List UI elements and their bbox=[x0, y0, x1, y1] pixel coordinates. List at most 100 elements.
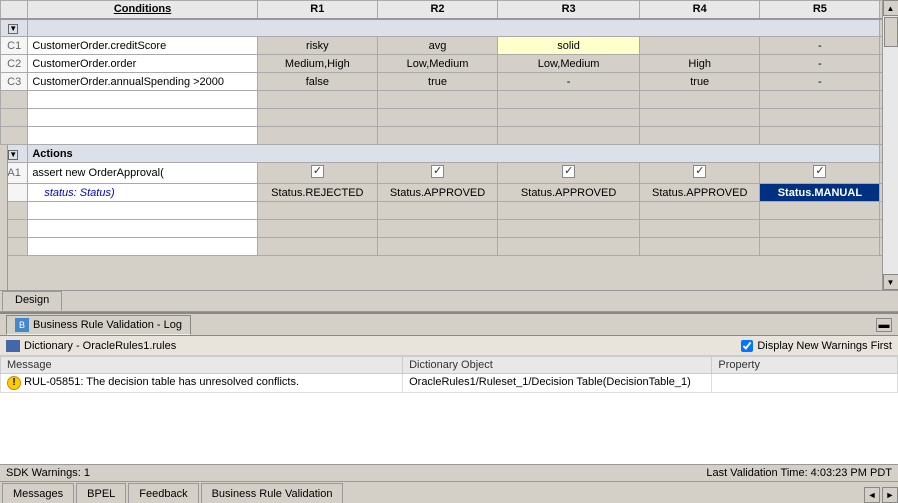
dict-icon bbox=[6, 340, 20, 352]
checkbox-r4[interactable] bbox=[693, 165, 706, 178]
warning-icon: ! bbox=[7, 376, 21, 390]
cell-c2-r1[interactable]: Medium,High bbox=[257, 55, 377, 73]
cell-property bbox=[712, 374, 898, 393]
col-message-header: Message bbox=[1, 357, 403, 374]
decision-table-area: Conditions R1 R2 R3 R4 R5 ▼ bbox=[0, 0, 898, 290]
page-icon: B bbox=[15, 318, 29, 332]
table-header-row: Message Dictionary Object Property bbox=[1, 357, 898, 374]
cell-c2-r3[interactable]: Low,Medium bbox=[498, 55, 640, 73]
checkbox-r3[interactable] bbox=[562, 165, 575, 178]
tab-business-rule-validation[interactable]: Business Rule Validation bbox=[201, 483, 344, 503]
cell-a1-r1-check[interactable] bbox=[257, 163, 377, 184]
cell-c2-r2[interactable]: Low,Medium bbox=[377, 55, 497, 73]
status-bar: SDK Warnings: 1 Last Validation Time: 4:… bbox=[0, 464, 898, 481]
cell-a1-r2-val[interactable]: Status.APPROVED bbox=[377, 184, 497, 202]
actions-section-row: ▼ Actions bbox=[1, 145, 898, 163]
col-r4-header: R4 bbox=[640, 1, 760, 19]
scroll-track bbox=[883, 16, 898, 274]
validation-panel-header: B Business Rule Validation - Log ▬ bbox=[0, 314, 898, 336]
row-id-c2: C2 bbox=[1, 55, 28, 73]
cell-c3-r5[interactable]: - bbox=[760, 73, 880, 91]
table-row: status: Status) Status.REJECTED Status.A… bbox=[1, 184, 898, 202]
empty-row bbox=[1, 238, 898, 256]
cell-c1-r3[interactable]: solid bbox=[498, 37, 640, 55]
cell-c3-r4[interactable]: true bbox=[640, 73, 760, 91]
cell-c1-r1[interactable]: risky bbox=[257, 37, 377, 55]
scroll-thumb[interactable] bbox=[884, 17, 898, 47]
col-toggle bbox=[1, 1, 28, 19]
nav-prev-button[interactable]: ◄ bbox=[864, 487, 880, 503]
row-id-c1: C1 bbox=[1, 37, 28, 55]
cell-c1-r4[interactable] bbox=[640, 37, 760, 55]
checkbox-r2[interactable] bbox=[431, 165, 444, 178]
empty-row bbox=[1, 127, 898, 145]
cell-message: ! RUL-05851: The decision table has unre… bbox=[1, 374, 403, 393]
tab-messages[interactable]: Messages bbox=[2, 483, 74, 503]
design-tab-bar: Design bbox=[0, 290, 898, 312]
validation-panel: B Business Rule Validation - Log ▬ Dicti… bbox=[0, 312, 898, 464]
condition-c1: CustomerOrder.creditScore bbox=[28, 37, 257, 55]
collapse-actions-icon[interactable]: ▼ bbox=[8, 150, 18, 160]
cell-dict-object: OracleRules1/Ruleset_1/Decision Table(De… bbox=[403, 374, 712, 393]
minimize-button[interactable]: ▬ bbox=[876, 318, 892, 332]
cell-a1-r5-val[interactable]: Status.MANUAL bbox=[760, 184, 880, 202]
app-container: Conditions R1 R2 R3 R4 R5 ▼ bbox=[0, 0, 898, 503]
empty-row bbox=[1, 91, 898, 109]
table-row: A1 assert new OrderApproval( bbox=[1, 163, 898, 184]
validation-subheader: Dictionary - OracleRules1.rules Display … bbox=[0, 336, 898, 356]
cell-a1-r4-val[interactable]: Status.APPROVED bbox=[640, 184, 760, 202]
cell-c3-r1[interactable]: false bbox=[257, 73, 377, 91]
scroll-up-button[interactable]: ▲ bbox=[883, 0, 898, 16]
conditions-toggle[interactable]: ▼ bbox=[1, 19, 28, 37]
table-row: C3 CustomerOrder.annualSpending >2000 fa… bbox=[1, 73, 898, 91]
checkbox-r1[interactable] bbox=[311, 165, 324, 178]
vertical-scrollbar[interactable]: ▲ ▼ bbox=[882, 0, 898, 290]
nav-next-button[interactable]: ► bbox=[882, 487, 898, 503]
col-property-header: Property bbox=[712, 357, 898, 374]
dict-title: Dictionary - OracleRules1.rules bbox=[6, 340, 176, 352]
decision-table: Conditions R1 R2 R3 R4 R5 ▼ bbox=[0, 0, 898, 256]
col-r3-header: R3 bbox=[498, 1, 640, 19]
table-row: ! RUL-05851: The decision table has unre… bbox=[1, 374, 898, 393]
checkbox-r5[interactable] bbox=[813, 165, 826, 178]
validation-results-table: Message Dictionary Object Property ! RUL… bbox=[0, 356, 898, 393]
collapse-conditions-icon[interactable]: ▼ bbox=[8, 24, 18, 34]
cell-a1-r3-val[interactable]: Status.APPROVED bbox=[498, 184, 640, 202]
tab-validation-log[interactable]: B Business Rule Validation - Log bbox=[6, 315, 191, 335]
cell-a1-r1-val[interactable]: Status.REJECTED bbox=[257, 184, 377, 202]
cell-a1-r3-check[interactable] bbox=[498, 163, 640, 184]
cell-a1-r2-check[interactable] bbox=[377, 163, 497, 184]
condition-c3: CustomerOrder.annualSpending >2000 bbox=[28, 73, 257, 91]
table-row: C1 CustomerOrder.creditScore risky avg s… bbox=[1, 37, 898, 55]
last-validation-text: Last Validation Time: 4:03:23 PM PDT bbox=[706, 467, 892, 479]
table-header-row: Conditions R1 R2 R3 R4 R5 bbox=[1, 1, 898, 19]
actions-section-label: Actions bbox=[28, 145, 880, 163]
action-a1: assert new OrderApproval( bbox=[28, 163, 257, 184]
cell-c3-r2[interactable]: true bbox=[377, 73, 497, 91]
col-r1-header: R1 bbox=[257, 1, 377, 19]
cell-c2-r4[interactable]: High bbox=[640, 55, 760, 73]
cell-a1-r4-check[interactable] bbox=[640, 163, 760, 184]
col-dict-object-header: Dictionary Object bbox=[403, 357, 712, 374]
tab-design[interactable]: Design bbox=[2, 291, 62, 311]
table-row: C2 CustomerOrder.order Medium,High Low,M… bbox=[1, 55, 898, 73]
row-id-c3: C3 bbox=[1, 73, 28, 91]
scroll-down-button[interactable]: ▼ bbox=[883, 274, 898, 290]
tab-feedback[interactable]: Feedback bbox=[128, 483, 198, 503]
empty-row bbox=[1, 202, 898, 220]
cell-c1-r2[interactable]: avg bbox=[377, 37, 497, 55]
display-warnings: Display New Warnings First bbox=[741, 340, 892, 352]
left-indicator bbox=[0, 145, 8, 290]
conditions-section-label bbox=[28, 19, 880, 37]
conditions-section-row: ▼ bbox=[1, 19, 898, 37]
cell-c3-r3[interactable]: - bbox=[498, 73, 640, 91]
col-conditions-header: Conditions bbox=[28, 1, 257, 19]
bottom-nav: ◄ ► bbox=[864, 487, 898, 503]
tab-bpel[interactable]: BPEL bbox=[76, 483, 126, 503]
cell-a1-r5-check[interactable] bbox=[760, 163, 880, 184]
empty-row bbox=[1, 109, 898, 127]
cell-c2-r5[interactable]: - bbox=[760, 55, 880, 73]
empty-row bbox=[1, 220, 898, 238]
display-warnings-checkbox[interactable] bbox=[741, 340, 753, 352]
cell-c1-r5[interactable]: - bbox=[760, 37, 880, 55]
